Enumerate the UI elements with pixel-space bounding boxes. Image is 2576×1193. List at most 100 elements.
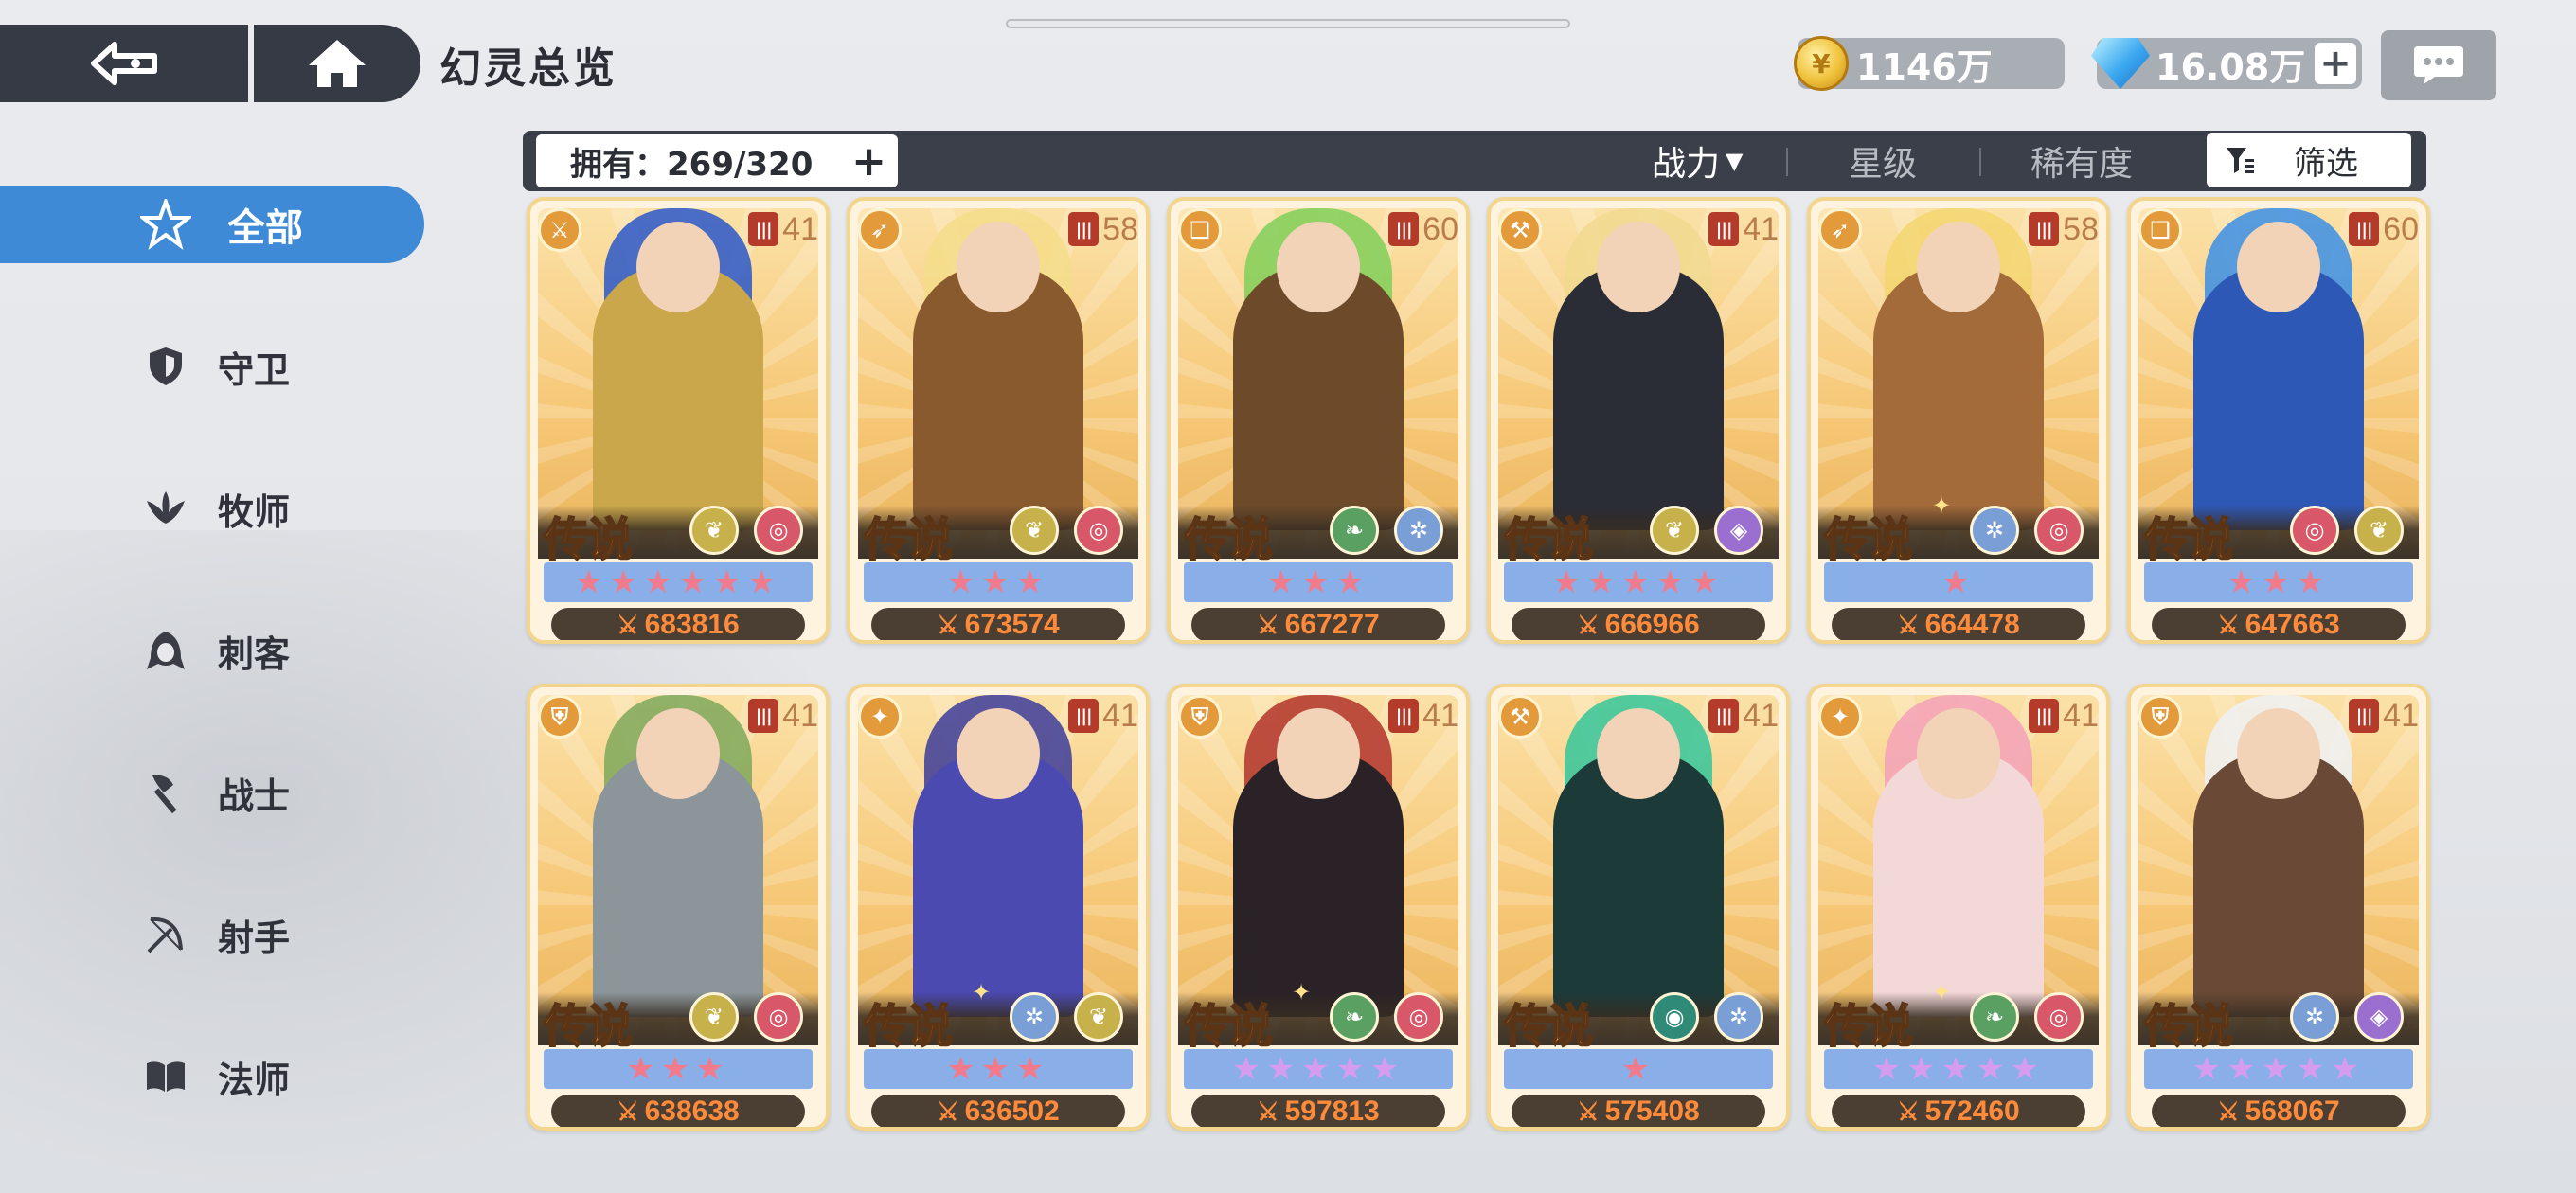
sidebar-item-label: 射手 (218, 917, 291, 959)
level-tag-icon: ||| (1068, 699, 1100, 733)
combat-power: ⚔ 683816 (551, 608, 805, 640)
owned-count-box[interactable]: 拥有：269/320 + (536, 134, 898, 187)
star-rating: ★ (1824, 562, 2093, 602)
owned-count: 拥有：269/320 (570, 145, 814, 184)
sidebar-item-label: 牧师 (218, 490, 291, 533)
hero-card[interactable]: ➶ ||| 58 传说 ✦ ✲ ◎ ★ ⚔ 664478 (1807, 197, 2110, 644)
sidebar-item-label: 全部 (227, 206, 303, 250)
hero-level: 58 (2063, 210, 2099, 247)
sidebar-item-all[interactable]: 全部 (0, 186, 424, 263)
snowflake-badge: ✲ (1394, 506, 1443, 555)
spiral-badge: ◎ (2034, 506, 2084, 555)
hero-face (1917, 222, 2000, 312)
chat-button[interactable] (2381, 30, 2496, 100)
hero-face (957, 222, 1040, 312)
rarity-plus-icon: ✦ (1292, 979, 1312, 1006)
filter-funnel-icon (2227, 148, 2254, 173)
crossed-swords-icon: ⚔ (2217, 1096, 2240, 1126)
gold-currency[interactable]: ¥ 1146万 (1794, 36, 2065, 91)
hero-card[interactable]: ⚔ ||| 41 传说 ❦ ◎ ★★★★★★ ⚔ 683816 (527, 197, 830, 644)
sidebar-item-assassin[interactable]: 刺客 (142, 617, 290, 684)
star-rating: ★★★ (864, 1049, 1133, 1089)
shield-icon (142, 343, 189, 390)
hero-card[interactable]: ➶ ||| 58 传说 ❦ ◎ ★★★ ⚔ 673574 (847, 197, 1150, 644)
expand-plus-icon[interactable]: + (851, 137, 886, 186)
hero-card[interactable]: ✦ ||| 41 传说 ✦ ❧ ◎ ★★★★★ ⚔ 572460 (1807, 684, 2110, 1131)
combat-power-value: 572460 (1924, 1095, 2020, 1127)
hero-level: 41 (1743, 210, 1779, 247)
combat-power-value: 636502 (964, 1095, 1060, 1127)
combat-power: ⚔ 638638 (551, 1095, 805, 1127)
star-rating: ★★★★★ (1184, 1049, 1453, 1089)
filter-button[interactable]: 筛选 (2207, 133, 2411, 187)
hero-card[interactable]: ❑ ||| 60 传说 ❧ ✲ ★★★ ⚔ 667277 (1167, 197, 1470, 644)
star-rating: ★★★★★★ (544, 562, 813, 602)
hero-face (1277, 222, 1360, 312)
add-gems-button[interactable]: + (2315, 42, 2356, 85)
hero-card[interactable]: ❑ ||| 60 传说 ◎ ❦ ★★★ ⚔ 647663 (2127, 197, 2430, 644)
combat-power-value: 575408 (1604, 1095, 1700, 1127)
home-icon (309, 40, 366, 87)
hero-face (636, 708, 720, 799)
spiral-badge: ◎ (2290, 506, 2339, 555)
gem-amount: 16.08万 (2156, 45, 2306, 88)
combat-power-value: 647663 (2245, 609, 2340, 640)
warrior-axe-icon (142, 769, 189, 816)
rarity-label: 传说 (1183, 512, 1274, 567)
hero-level: 41 (2063, 697, 2099, 734)
priest-wings-icon (142, 485, 189, 532)
crossed-swords-icon: ⚔ (1897, 610, 1920, 639)
rarity-plus-icon: ✦ (1932, 979, 1952, 1006)
shield-icon: ⛨ (538, 695, 581, 739)
wings-badge: ❦ (689, 506, 739, 555)
sort-rarity-button[interactable]: 稀有度 (2030, 136, 2133, 186)
rarity-plus-icon: ✦ (972, 979, 992, 1006)
combat-power: ⚔ 667277 (1191, 608, 1445, 640)
priest-wings-icon: ✦ (858, 695, 902, 739)
combat-power: ⚔ 568067 (2152, 1095, 2406, 1127)
spiral-badge: ◎ (2034, 992, 2084, 1042)
sidebar-item-archer[interactable]: 射手 (142, 901, 290, 968)
sort-star-button[interactable]: 星级 (1849, 136, 1917, 186)
sidebar-item-mage[interactable]: 法师 (142, 1043, 290, 1110)
hero-face (1597, 222, 1680, 312)
gem-currency[interactable]: 16.08万 + (2091, 38, 2362, 89)
sidebar-item-priest[interactable]: 牧师 (142, 475, 290, 542)
snowflake-badge: ✲ (1010, 992, 1059, 1042)
level-tag-icon: ||| (748, 212, 779, 246)
home-button[interactable] (254, 25, 420, 102)
sort-power-button[interactable]: 战力 ▼ (1652, 136, 1743, 186)
chat-bubble-icon (2414, 46, 2463, 84)
hero-card[interactable]: ⛨ ||| 41 传说 ❦ ◎ ★★★ ⚔ 638638 (527, 684, 830, 1131)
hero-card[interactable]: ✦ ||| 41 传说 ✦ ✲ ❦ ★★★ ⚔ 636502 (847, 684, 1150, 1131)
combat-power-value: 597813 (1284, 1095, 1380, 1127)
gold-amount: 1146万 (1856, 45, 1993, 88)
hero-card[interactable]: ⛨ ||| 41 传说 ✦ ❧ ◎ ★★★★★ ⚔ 597813 (1167, 684, 1470, 1131)
star-rating: ★★★★★ (2144, 1049, 2413, 1089)
hero-card[interactable]: ⚒ ||| 41 传说 ◉ ✲ ★ ⚔ 575408 (1487, 684, 1790, 1131)
top-grab-bar (1006, 19, 1570, 28)
sidebar-item-warrior[interactable]: 战士 (142, 759, 290, 826)
crossed-swords-icon: ⚔ (1257, 1096, 1279, 1126)
hero-level: 60 (2383, 210, 2419, 247)
level-indicator: ||| 41 (1068, 695, 1138, 737)
hero-card[interactable]: ⛨ ||| 41 传说 ✲ ◈ ★★★★★ ⚔ 568067 (2127, 684, 2430, 1131)
rarity-label: 传说 (1823, 999, 1914, 1054)
warrior-axe-icon: ⚒ (1498, 695, 1542, 739)
hero-level: 58 (1102, 210, 1138, 247)
wings-badge: ❦ (1010, 506, 1059, 555)
back-button[interactable] (0, 25, 248, 102)
sidebar-item-guard[interactable]: 守卫 (142, 333, 290, 400)
crossed-swords-icon: ⚔ (617, 610, 639, 639)
filter-label: 筛选 (2294, 144, 2358, 183)
gold-coin-icon: ¥ (1794, 36, 1849, 91)
archer-bow-icon: ➶ (1818, 208, 1862, 252)
leaf-badge: ❧ (1330, 506, 1379, 555)
combat-power-value: 638638 (644, 1095, 740, 1127)
star-rating: ★★★ (2144, 562, 2413, 602)
combat-power: ⚔ 597813 (1191, 1095, 1445, 1127)
hero-card[interactable]: ⚒ ||| 41 传说 ❦ ◈ ★★★★★ ⚔ 666966 (1487, 197, 1790, 644)
divider (1979, 148, 1981, 176)
hero-level: 41 (782, 697, 818, 734)
level-indicator: ||| 58 (1068, 208, 1138, 250)
